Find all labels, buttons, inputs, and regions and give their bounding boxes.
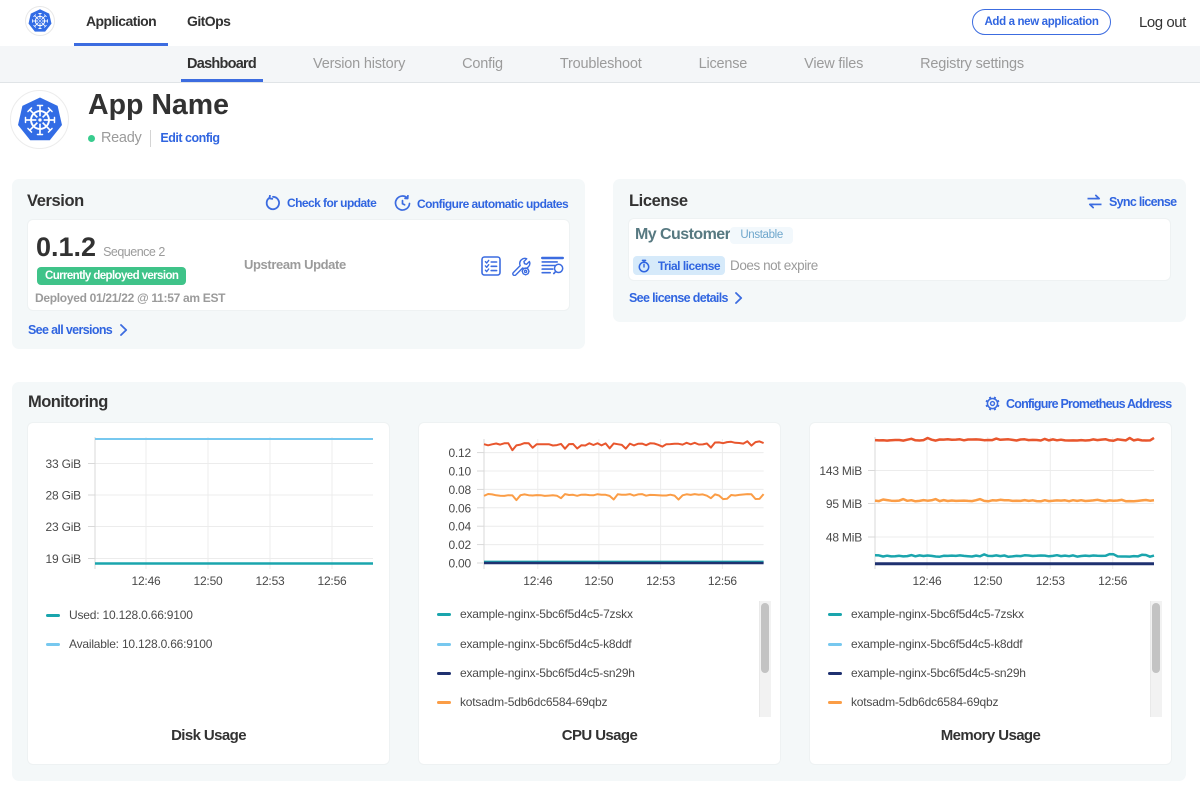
svg-text:12:53: 12:53 [255, 574, 285, 588]
svg-text:0.08: 0.08 [448, 483, 471, 497]
svg-text:95 MiB: 95 MiB [826, 497, 862, 511]
svg-text:12:46: 12:46 [523, 574, 553, 588]
svg-text:23 GiB: 23 GiB [46, 520, 82, 534]
svg-text:0.10: 0.10 [448, 465, 471, 479]
svg-text:12:50: 12:50 [584, 574, 614, 588]
svg-text:143 MiB: 143 MiB [819, 464, 862, 478]
svg-text:19 GiB: 19 GiB [46, 552, 82, 566]
svg-text:0.00: 0.00 [448, 557, 471, 571]
svg-text:12:46: 12:46 [131, 574, 161, 588]
svg-text:12:56: 12:56 [1098, 574, 1128, 588]
svg-text:12:50: 12:50 [973, 574, 1003, 588]
svg-text:0.02: 0.02 [448, 538, 471, 552]
svg-text:12:53: 12:53 [646, 574, 676, 588]
svg-text:48 MiB: 48 MiB [826, 531, 862, 545]
svg-text:33 GiB: 33 GiB [46, 457, 82, 471]
svg-text:0.06: 0.06 [448, 501, 471, 515]
svg-text:12:50: 12:50 [193, 574, 223, 588]
svg-text:12:46: 12:46 [912, 574, 942, 588]
svg-text:28 GiB: 28 GiB [46, 489, 82, 503]
svg-text:12:56: 12:56 [708, 574, 738, 588]
svg-text:0.04: 0.04 [448, 520, 471, 534]
svg-text:12:53: 12:53 [1036, 574, 1066, 588]
svg-text:0.12: 0.12 [448, 446, 471, 460]
svg-text:12:56: 12:56 [317, 574, 347, 588]
